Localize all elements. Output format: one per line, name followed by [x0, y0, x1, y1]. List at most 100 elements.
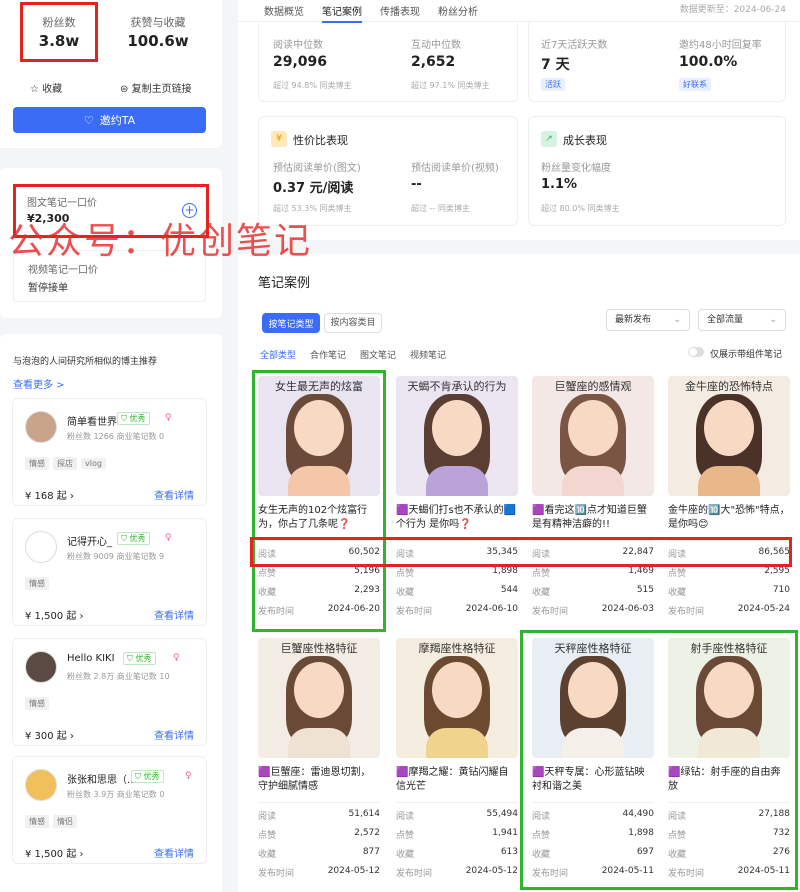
time-row: 发布时间 2024-05-12	[258, 866, 380, 879]
note-thumbnail[interactable]: 巨蟹座的感情观	[532, 376, 654, 496]
growth-title: 成长表现	[563, 134, 607, 147]
face-shape	[704, 400, 754, 456]
gender-icon: ♀	[185, 771, 192, 781]
like-row: 点赞 2,595	[668, 566, 790, 579]
creator-tag: 情感	[25, 815, 49, 828]
body-shape	[288, 728, 350, 758]
read-row: 阅读 51,614	[258, 809, 380, 822]
note-thumbnail[interactable]: 摩羯座性格特征	[396, 638, 518, 758]
note-thumbnail[interactable]: 天秤座性格特征	[532, 638, 654, 758]
collect-button[interactable]: ☆ 收藏	[30, 80, 62, 95]
link-icon: ⊜	[120, 84, 129, 95]
avatar	[25, 651, 57, 683]
note-thumbnail[interactable]: 射手座性格特征	[668, 638, 790, 758]
time-row: 发布时间 2024-05-12	[396, 866, 518, 879]
reply-label: 邀约48小时回复率	[679, 40, 762, 51]
stats-right: 近7天活跃天数 7 天 活跃 邀约48小时回复率 100.0% 好联系	[528, 22, 786, 102]
like-row: 点赞 1,898	[396, 566, 518, 579]
note-title: 🟪天蝎们打s也不承认的🟦个行为 是你吗❓	[396, 505, 517, 530]
watermark: 公众号：优创笔记	[8, 221, 313, 262]
thumbnail-title: 天蝎不肯承认的行为	[407, 380, 507, 393]
like-row: 点赞 1,941	[396, 828, 518, 841]
creator-tag: 情感	[25, 577, 49, 590]
note-thumbnail[interactable]: 巨蟹座性格特征	[258, 638, 380, 758]
vid-cost-label: 预估阅读单价(视频)	[411, 163, 499, 174]
inter-median-label: 互动中位数	[411, 40, 461, 51]
creator-price: ¥ 1,500 起 ›	[25, 611, 84, 622]
img-cost-value: 0.37 元/阅读	[273, 181, 354, 196]
note-card[interactable]: 金牛座的恐怖特点 金牛座的🔟大"恐怖"特点，是你吗😊 阅读 86,565 点赞 2,595…	[668, 376, 790, 617]
note-thumbnail[interactable]: 女生最无声的炫富	[258, 376, 380, 496]
see-more-link[interactable]: 查看更多 >	[13, 376, 65, 391]
note-card[interactable]: 射手座性格特征 🟪绿钻：射手座的自由奔放 阅读 27,188 点赞 732 收藏 276 发布时…	[668, 638, 790, 879]
copy-label: 复制主页链接	[131, 84, 192, 95]
similar-creator-card[interactable]: 简单看世界 ⛉ 优秀 ♀ 粉丝数 1266 商业笔记数 0 情感 探店 vlog ¥ 168 …	[12, 398, 207, 506]
similar-creator-card[interactable]: Hello KIKI ⛉ 优秀 ♀ 粉丝数 2.8万 商业笔记数 10 情感 ¥ 300 …	[12, 638, 207, 746]
tab-1[interactable]: 笔记案例	[322, 2, 362, 23]
note-title: 🟪巨蟹座：雷迪恩切割，守护细腻情感	[258, 767, 371, 792]
filter-3[interactable]: 视频笔记	[410, 348, 446, 361]
toggle-label: 仅展示带组件笔记	[710, 350, 783, 360]
avatar	[25, 411, 57, 443]
status-badge: ⛉ 优秀	[123, 652, 156, 665]
tab-3[interactable]: 粉丝分析	[438, 2, 478, 23]
filter-2[interactable]: 图文笔记	[360, 348, 396, 361]
likes-label: 获赞与收藏	[130, 16, 186, 29]
fav-row: 收藏 697	[532, 847, 654, 860]
active-tag: 活跃	[541, 78, 565, 91]
traffic-select[interactable]: 全部流量 ⌄	[698, 309, 786, 331]
copy-link-button[interactable]: ⊜ 复制主页链接	[120, 80, 192, 95]
image-price-label: 图文笔记一口价	[27, 198, 97, 209]
filter-0[interactable]: 全部类型	[260, 348, 296, 361]
thumbnail-title: 女生最无声的炫富	[275, 380, 363, 393]
img-cost-label: 预估阅读单价(图文)	[273, 163, 361, 174]
likes-value: 100.6w	[127, 32, 189, 50]
view-detail-link[interactable]: 查看详情	[154, 845, 194, 860]
inter-median-sub: 超过 97.1% 同类博主	[411, 81, 490, 90]
tab-by-type[interactable]: 按笔记类型	[262, 313, 320, 333]
creator-tag: vlog	[81, 458, 106, 469]
note-card[interactable]: 摩羯座性格特征 🟪摩羯之耀：黄钻闪耀自信光芒 阅读 55,494 点赞 1,941 收藏 61…	[396, 638, 518, 879]
invite-button[interactable]: ♡ 邀约TA	[13, 107, 206, 133]
fans-box: 粉丝数 3.8w	[20, 2, 98, 62]
view-detail-link[interactable]: 查看详情	[154, 607, 194, 622]
face-shape	[568, 400, 618, 456]
note-title: 🟪摩羯之耀：黄钻闪耀自信光芒	[396, 767, 509, 792]
note-title: 🟪看完这🔟点才知道巨蟹是有精神洁癖的!!	[532, 505, 647, 530]
read-row: 阅读 60,502	[258, 547, 380, 560]
component-toggle[interactable]	[688, 347, 704, 357]
note-card[interactable]: 天蝎不肯承认的行为 🟪天蝎们打s也不承认的🟦个行为 是你吗❓ 阅读 35,345 点赞 1…	[396, 376, 518, 617]
note-thumbnail[interactable]: 天蝎不肯承认的行为	[396, 376, 518, 496]
fav-row: 收藏 544	[396, 585, 518, 598]
tab-0[interactable]: 数据概览	[264, 2, 304, 23]
notes-title: 笔记案例	[258, 276, 311, 291]
face-shape	[704, 662, 754, 718]
fans-value: 3.8w	[38, 32, 80, 50]
view-detail-link[interactable]: 查看详情	[154, 727, 194, 742]
like-row: 点赞 732	[668, 828, 790, 841]
reply-value: 100.0%	[679, 54, 738, 70]
profile-card: 粉丝数 3.8w 获赞与收藏 100.6w ☆ 收藏 ⊜ 复制主页链接 ♡ 邀约T…	[0, 0, 222, 148]
creator-meta: 粉丝数 2.8万 商业笔记数 10	[67, 672, 170, 681]
face-shape	[432, 400, 482, 456]
creator-price: ¥ 300 起 ›	[25, 731, 74, 742]
note-card[interactable]: 天秤座性格特征 🟪天秤专属：心形蓝钻映衬和谐之美 阅读 44,490 点赞 1,898 收藏…	[532, 638, 654, 879]
note-card[interactable]: 巨蟹座性格特征 🟪巨蟹座：雷迪恩切割，守护细腻情感 阅读 51,614 点赞 2,572 收…	[258, 638, 380, 879]
tab-2[interactable]: 传播表现	[380, 2, 420, 23]
sort-select[interactable]: 最新发布 ⌄	[606, 309, 690, 331]
tab-by-content[interactable]: 按内容类目	[324, 313, 382, 333]
view-detail-link[interactable]: 查看详情	[154, 487, 194, 502]
time-row: 发布时间 2024-05-11	[532, 866, 654, 879]
like-row: 点赞 2,572	[258, 828, 380, 841]
note-thumbnail[interactable]: 金牛座的恐怖特点	[668, 376, 790, 496]
similar-creator-card[interactable]: 记得开心_ ⛉ 优秀 ♀ 粉丝数 9009 商业笔记数 9 情感 ¥ 1,500 起 › 查…	[12, 518, 207, 626]
creator-name: 张张和思思（...	[67, 775, 137, 786]
creator-tag: 情侣	[53, 815, 77, 828]
read-median-value: 29,096	[273, 54, 328, 70]
note-card[interactable]: 巨蟹座的感情观 🟪看完这🔟点才知道巨蟹是有精神洁癖的!! 阅读 22,847 点赞 1,4…	[532, 376, 654, 617]
fav-row: 收藏 515	[532, 585, 654, 598]
filter-1[interactable]: 合作笔记	[310, 348, 346, 361]
similar-creator-card[interactable]: 张张和思思（... ⛉ 优秀 ♀ 粉丝数 3.9万 商业笔记数 0 情感 情侣 ¥ 1,50…	[12, 756, 207, 864]
note-card[interactable]: 女生最无声的炫富 女生无声的102个炫富行为，你占了几条呢❓ 阅读 60,502 点赞 5…	[258, 376, 380, 617]
update-time: 数据更新至：2024-06-24	[679, 5, 786, 15]
